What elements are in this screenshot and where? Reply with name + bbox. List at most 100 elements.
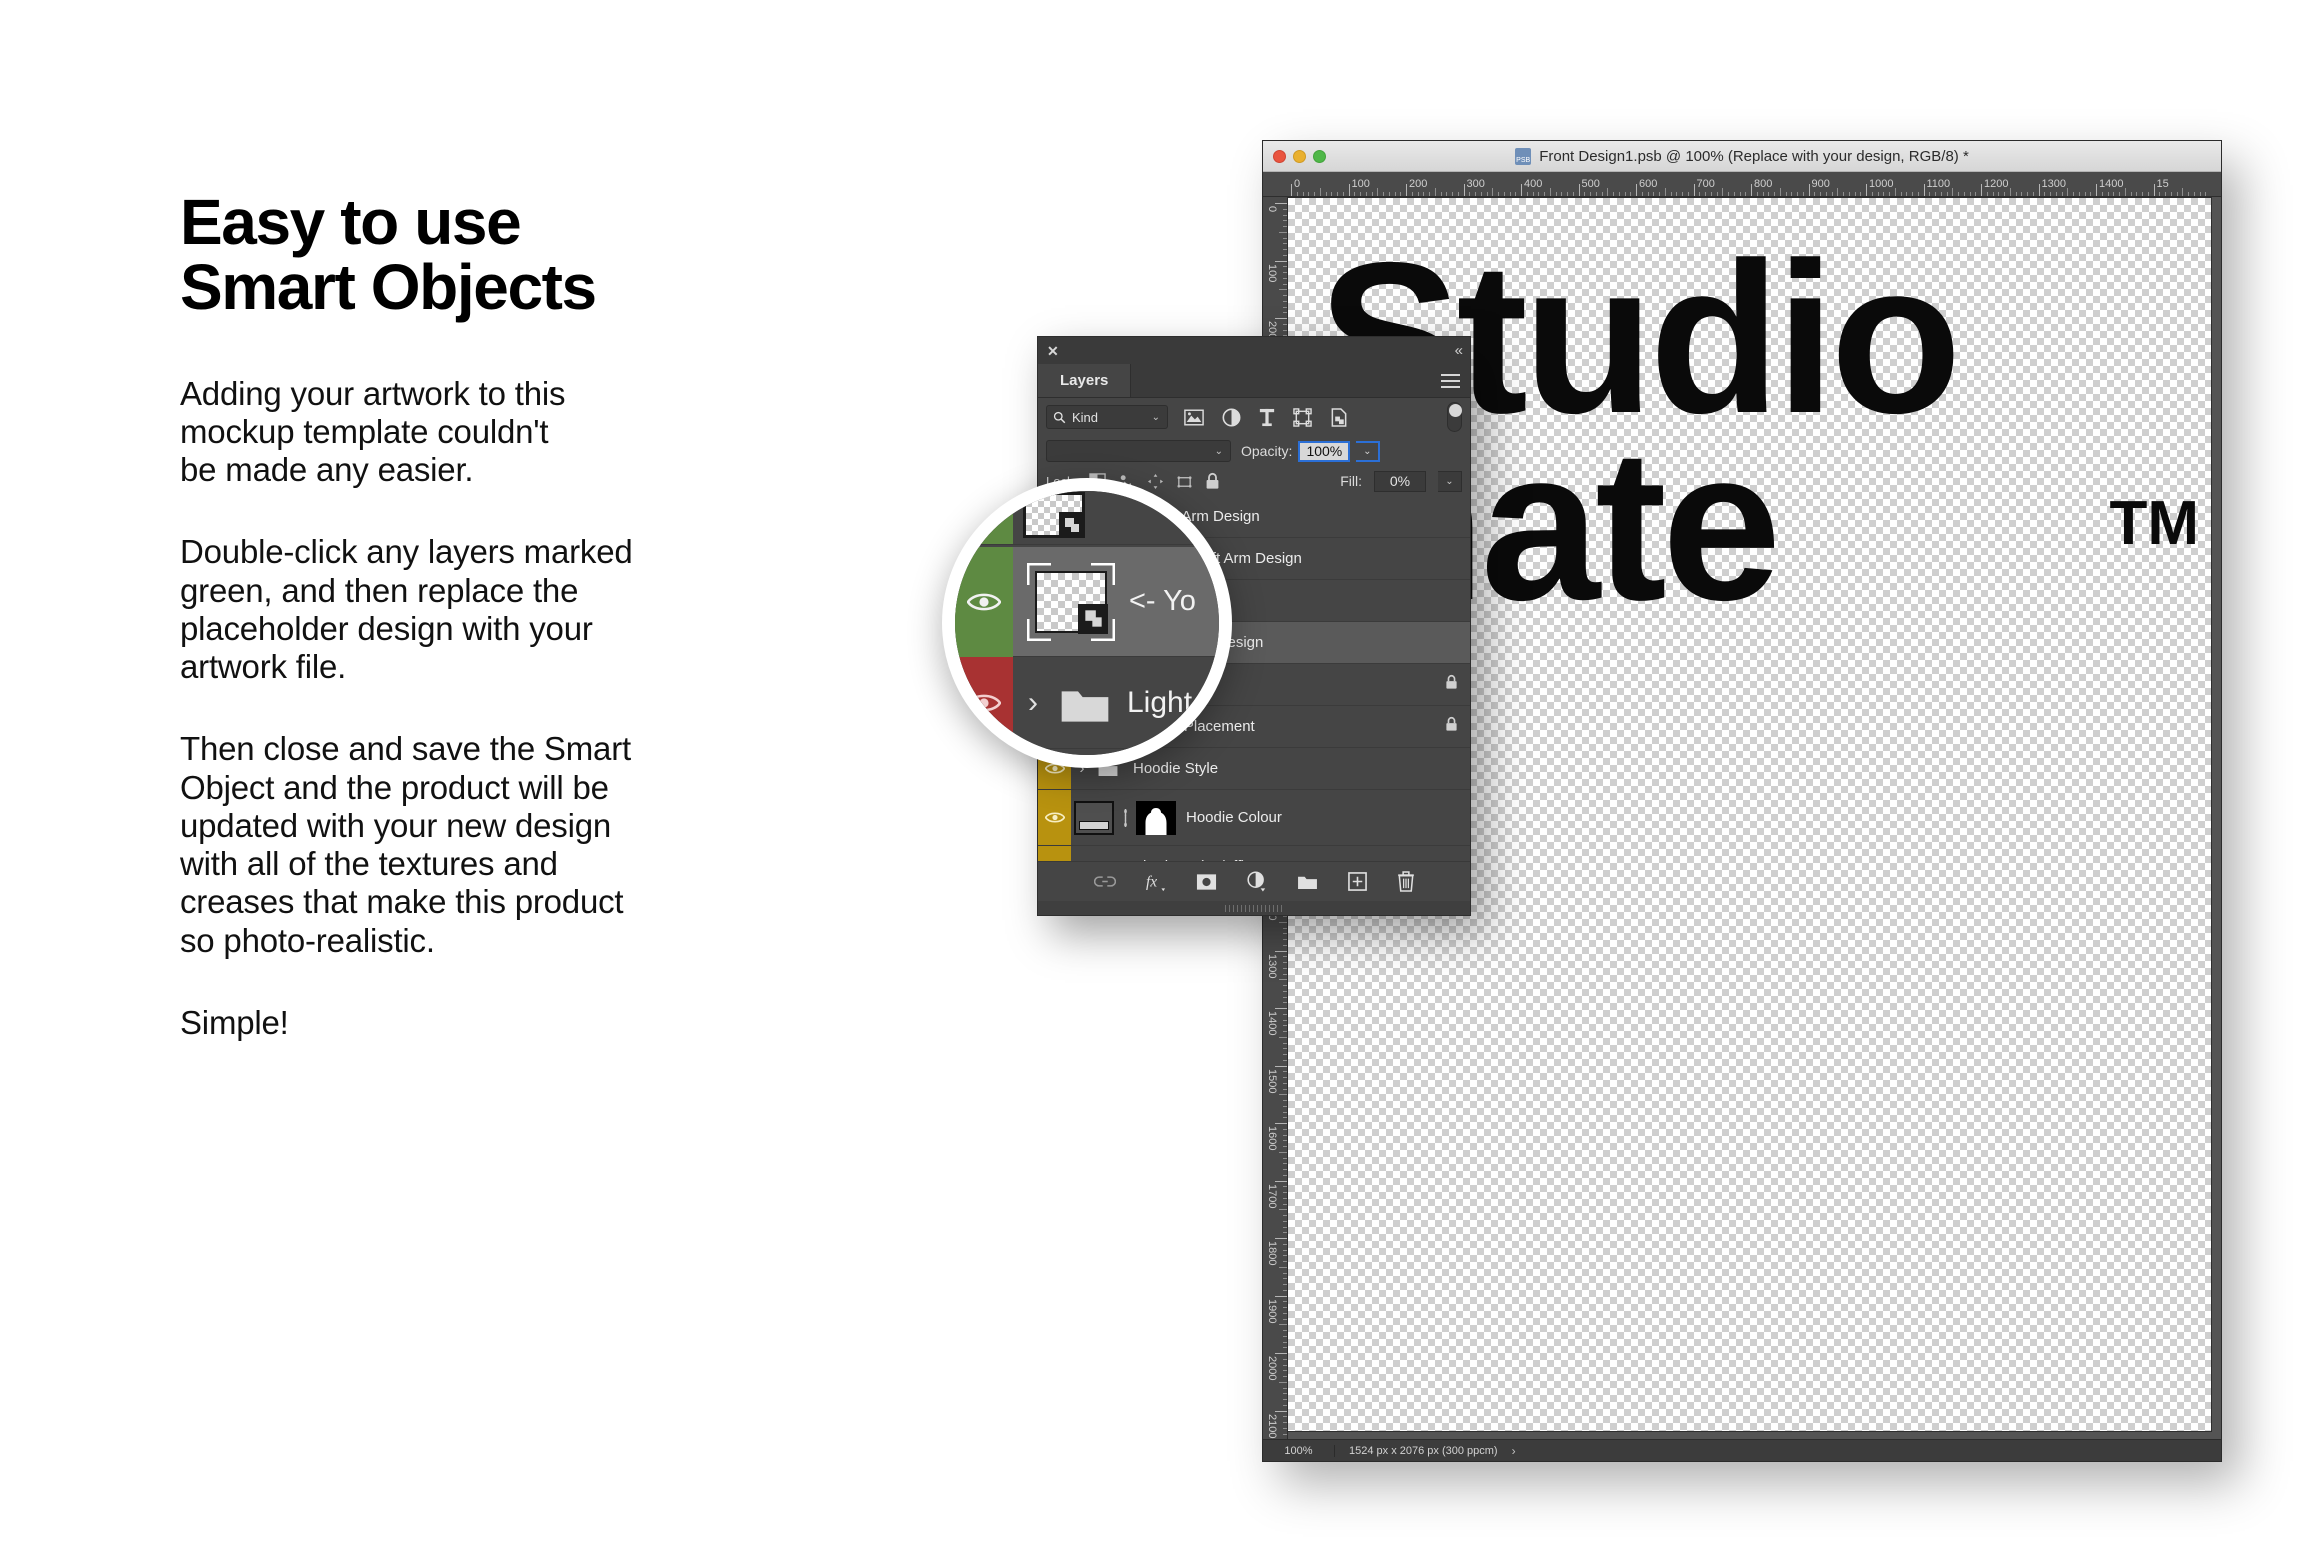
ruler-minor-mark: [1283, 1025, 1287, 1026]
ruler-minor-mark: [1763, 192, 1764, 196]
ruler-minor-mark: [1283, 1365, 1287, 1366]
tab-layers[interactable]: Layers: [1038, 364, 1131, 397]
ruler-minor-mark: [1993, 192, 1994, 196]
ruler-major-mark: [1275, 1123, 1287, 1124]
visibility-toggle[interactable]: [1038, 790, 1071, 845]
lock-position-icon[interactable]: [1147, 473, 1164, 490]
fill-input[interactable]: 0%: [1374, 471, 1426, 492]
ruler-minor-mark: [1283, 1192, 1287, 1193]
ruler-minor-mark: [1279, 922, 1287, 923]
ruler-tick-label: 700: [1697, 178, 1715, 190]
ruler-minor-mark: [1283, 1336, 1287, 1337]
ruler-minor-mark: [1642, 192, 1643, 196]
ruler-minor-mark: [2200, 192, 2201, 196]
ruler-minor-mark: [1283, 209, 1287, 210]
filter-icon-group: [1184, 408, 1348, 427]
ruler-minor-mark: [2119, 192, 2120, 196]
panel-menu-icon[interactable]: [1441, 374, 1460, 388]
filter-enable-toggle[interactable]: [1447, 402, 1462, 432]
ruler-minor-mark: [1283, 1244, 1287, 1245]
type-filter-icon[interactable]: [1259, 408, 1275, 427]
ruler-minor-mark: [1947, 192, 1948, 196]
panel-resize-grip[interactable]: [1038, 901, 1470, 915]
adjustment-filter-icon[interactable]: [1222, 408, 1241, 427]
smart-object-badge-icon: [1059, 512, 1085, 538]
ruler-minor-mark: [1745, 192, 1746, 196]
ruler-minor-mark: [1297, 192, 1298, 196]
lock-all-icon[interactable]: [1205, 472, 1220, 490]
opacity-chevron-icon[interactable]: ⌄: [1356, 441, 1380, 462]
expand-arrow-icon[interactable]: ›: [1013, 686, 1053, 720]
ruler-minor-mark: [1283, 1393, 1287, 1394]
visibility-toggle[interactable]: [955, 485, 1013, 544]
layer-effects-fx-icon[interactable]: fx: [1146, 871, 1166, 893]
pixel-filter-icon[interactable]: [1184, 409, 1204, 426]
status-expand-arrow-icon[interactable]: ›: [1512, 1444, 1516, 1458]
magnified-row-selected[interactable]: <- Yo: [955, 547, 1232, 657]
delete-layer-icon[interactable]: [1397, 871, 1415, 892]
link-layers-icon[interactable]: [1094, 875, 1116, 888]
ruler-minor-mark: [1734, 192, 1735, 196]
magnified-row-group[interactable]: › Light: [955, 657, 1232, 749]
copy-paragraph-1: Adding your artwork to this mockup templ…: [180, 375, 800, 490]
ruler-minor-mark: [1283, 1232, 1287, 1233]
ruler-minor-mark: [1619, 192, 1620, 196]
selected-thumbnail-wrap[interactable]: [1027, 563, 1115, 641]
close-icon[interactable]: ✕: [1047, 344, 1059, 358]
layer-row[interactable]: Hoodie Colour: [1038, 790, 1470, 846]
ruler-minor-mark: [1283, 1186, 1287, 1187]
eye-icon: [967, 591, 1001, 613]
new-group-icon[interactable]: [1297, 873, 1318, 890]
ruler-minor-mark: [2131, 192, 2132, 196]
chevron-down-icon: ⌄: [1215, 446, 1223, 457]
ruler-tick-label: 2100: [1266, 1414, 1278, 1438]
ruler-minor-mark: [1283, 1342, 1287, 1343]
smart-object-filter-icon[interactable]: [1330, 408, 1348, 427]
ruler-tick-label: 15: [2157, 178, 2169, 190]
mask-link-icon[interactable]: [1114, 809, 1136, 827]
lock-icon[interactable]: [1445, 716, 1458, 732]
visibility-toggle[interactable]: [955, 657, 1013, 749]
horizontal-ruler[interactable]: 0100200300400500600700800900100011001200…: [1263, 172, 2221, 197]
layer-lock-icon[interactable]: [1445, 716, 1458, 737]
window-title: Front Design1.psb @ 100% (Replace with y…: [1539, 148, 1969, 165]
ruler-minor-mark: [1469, 192, 1470, 196]
ruler-minor-mark: [1283, 1071, 1287, 1072]
ruler-minor-mark: [1283, 330, 1287, 331]
ruler-major-mark: [1694, 184, 1695, 196]
opacity-input[interactable]: 100%: [1298, 441, 1350, 462]
kind-filter-select[interactable]: Kind ⌄: [1046, 405, 1168, 429]
adjustment-thumbnail[interactable]: [1074, 801, 1114, 835]
ruler-minor-mark: [1279, 1094, 1287, 1095]
ruler-minor-mark: [1498, 192, 1499, 196]
layer-thumbnail[interactable]: [1023, 492, 1085, 538]
ruler-minor-mark: [1279, 232, 1287, 233]
ruler-minor-mark: [1283, 1060, 1287, 1061]
ruler-minor-mark: [1717, 192, 1718, 196]
ruler-major-mark: [1275, 203, 1287, 204]
ruler-minor-mark: [1429, 192, 1430, 196]
visibility-toggle[interactable]: [955, 547, 1013, 657]
collapse-icon[interactable]: «: [1455, 343, 1461, 358]
fill-chevron-icon[interactable]: ⌄: [1438, 471, 1462, 492]
blend-mode-select[interactable]: ⌄: [1046, 440, 1231, 462]
lock-icon[interactable]: [1445, 674, 1458, 690]
ruler-tick-label: 1400: [1266, 1011, 1278, 1035]
ruler-tick-label: 100: [1266, 264, 1278, 282]
add-mask-icon[interactable]: [1196, 873, 1217, 891]
ruler-minor-mark: [1860, 192, 1861, 196]
status-zoom-level[interactable]: 100%: [1263, 1445, 1335, 1457]
ruler-minor-mark: [1625, 192, 1626, 196]
ruler-minor-mark: [1544, 192, 1545, 196]
visibility-toggle[interactable]: [955, 749, 1013, 769]
layer-mask-thumbnail[interactable]: [1136, 801, 1176, 835]
window-title-wrap: PSB Front Design1.psb @ 100% (Replace wi…: [1263, 148, 2221, 165]
ruler-minor-mark: [1283, 1112, 1287, 1113]
shape-filter-icon[interactable]: [1293, 408, 1312, 427]
ruler-minor-mark: [1283, 1359, 1287, 1360]
new-adjustment-icon[interactable]: [1247, 871, 1267, 893]
lock-artboard-nesting-icon[interactable]: [1176, 473, 1193, 490]
layer-lock-icon[interactable]: [1445, 674, 1458, 695]
ruler-minor-mark: [1699, 192, 1700, 196]
new-layer-icon[interactable]: [1348, 872, 1367, 891]
